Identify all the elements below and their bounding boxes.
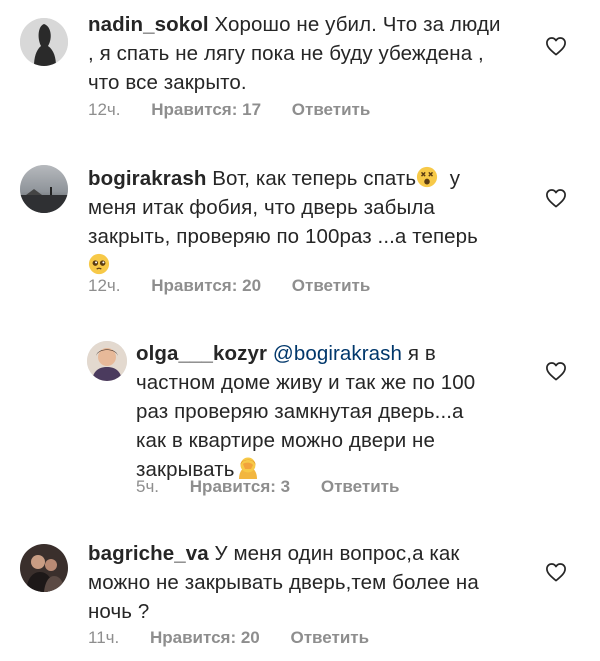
avatar[interactable] — [20, 544, 68, 592]
heart-outline-icon[interactable] — [545, 562, 567, 582]
comment-meta: 5ч. Нравится: 3 Ответить — [136, 477, 425, 497]
reply-button[interactable]: Ответить — [291, 628, 370, 647]
comment-meta: 12ч. Нравится: 17 Ответить — [88, 100, 396, 120]
comment-body: , я спать не лягу пока не буду убеждена … — [88, 42, 484, 65]
avatar-image — [20, 18, 68, 66]
avatar-image — [20, 544, 68, 592]
comment-body: закрыть, проверяю по 100раз ...а теперь — [88, 225, 478, 248]
dizzy-face-emoji — [416, 166, 438, 188]
comment-body: Хорошо не убил. Что за люди — [214, 13, 501, 36]
comment-item: bagriche_va У меня один вопрос,а как мож… — [0, 530, 600, 661]
comment-likes[interactable]: Нравится: 20 — [151, 276, 261, 295]
heart-outline-icon[interactable] — [545, 36, 567, 56]
reply-button[interactable]: Ответить — [292, 276, 371, 295]
comment-likes[interactable]: Нравится: 20 — [150, 628, 260, 647]
comment-body: можно не закрывать дверь,тем более на — [88, 571, 479, 594]
comment-body: Вот, как теперь спать — [212, 167, 417, 190]
heart-outline-icon[interactable] — [545, 188, 567, 208]
comment-text: olga___kozyr @bogirakrash я в частном до… — [136, 339, 536, 484]
comment-item: nadin_sokol Хорошо не убил. Что за люди … — [0, 0, 600, 130]
comment-body: у — [449, 167, 461, 190]
comment-body: меня итак фобия, что дверь забыла — [88, 196, 435, 219]
comment-text: nadin_sokol Хорошо не убил. Что за люди … — [88, 10, 528, 97]
comment-body: ночь ? — [88, 600, 150, 623]
comment-username[interactable]: nadin_sokol — [88, 13, 209, 36]
comment-mention[interactable]: @bogirakrash — [273, 342, 402, 365]
comment-meta: 12ч. Нравится: 20 Ответить — [88, 276, 396, 296]
comment-username[interactable]: olga___kozyr — [136, 342, 267, 365]
comment-item: bogirakrash Вот, как теперь спать у меня… — [0, 150, 600, 310]
comment-time: 11ч. — [88, 628, 120, 647]
comment-time: 12ч. — [88, 100, 121, 119]
reply-button[interactable]: Ответить — [292, 100, 371, 119]
pleading-face-emoji — [88, 253, 110, 275]
comment-username[interactable]: bogirakrash — [88, 167, 206, 190]
comment-time: 12ч. — [88, 276, 121, 295]
avatar-image — [87, 341, 127, 381]
avatar-image — [20, 165, 68, 213]
comment-body: я в — [407, 342, 436, 365]
comment-text: bagriche_va У меня один вопрос,а как мож… — [88, 539, 528, 626]
comment-body: что все закрыто. — [88, 71, 247, 94]
comment-body: раз проверяю замкнутая дверь...а — [136, 400, 464, 423]
comment-text: bogirakrash Вот, как теперь спать у меня… — [88, 164, 528, 280]
comment-body: У меня один вопрос,а как — [214, 542, 460, 565]
comment-time: 5ч. — [136, 477, 160, 496]
comment-likes[interactable]: Нравится: 3 — [190, 477, 290, 496]
reply-button[interactable]: Ответить — [321, 477, 400, 496]
comment-body: как в квартире можно двери не — [136, 429, 435, 452]
avatar[interactable] — [87, 341, 127, 381]
heart-outline-icon[interactable] — [545, 361, 567, 381]
avatar[interactable] — [20, 18, 68, 66]
avatar[interactable] — [20, 165, 68, 213]
comment-meta: 11ч. Нравится: 20 Ответить — [88, 628, 395, 648]
comment-username[interactable]: bagriche_va — [88, 542, 209, 565]
comment-body: частном доме живу и так же по 100 — [136, 371, 476, 394]
comment-likes[interactable]: Нравится: 17 — [151, 100, 261, 119]
comment-reply-item: olga___kozyr @bogirakrash я в частном до… — [0, 335, 600, 505]
